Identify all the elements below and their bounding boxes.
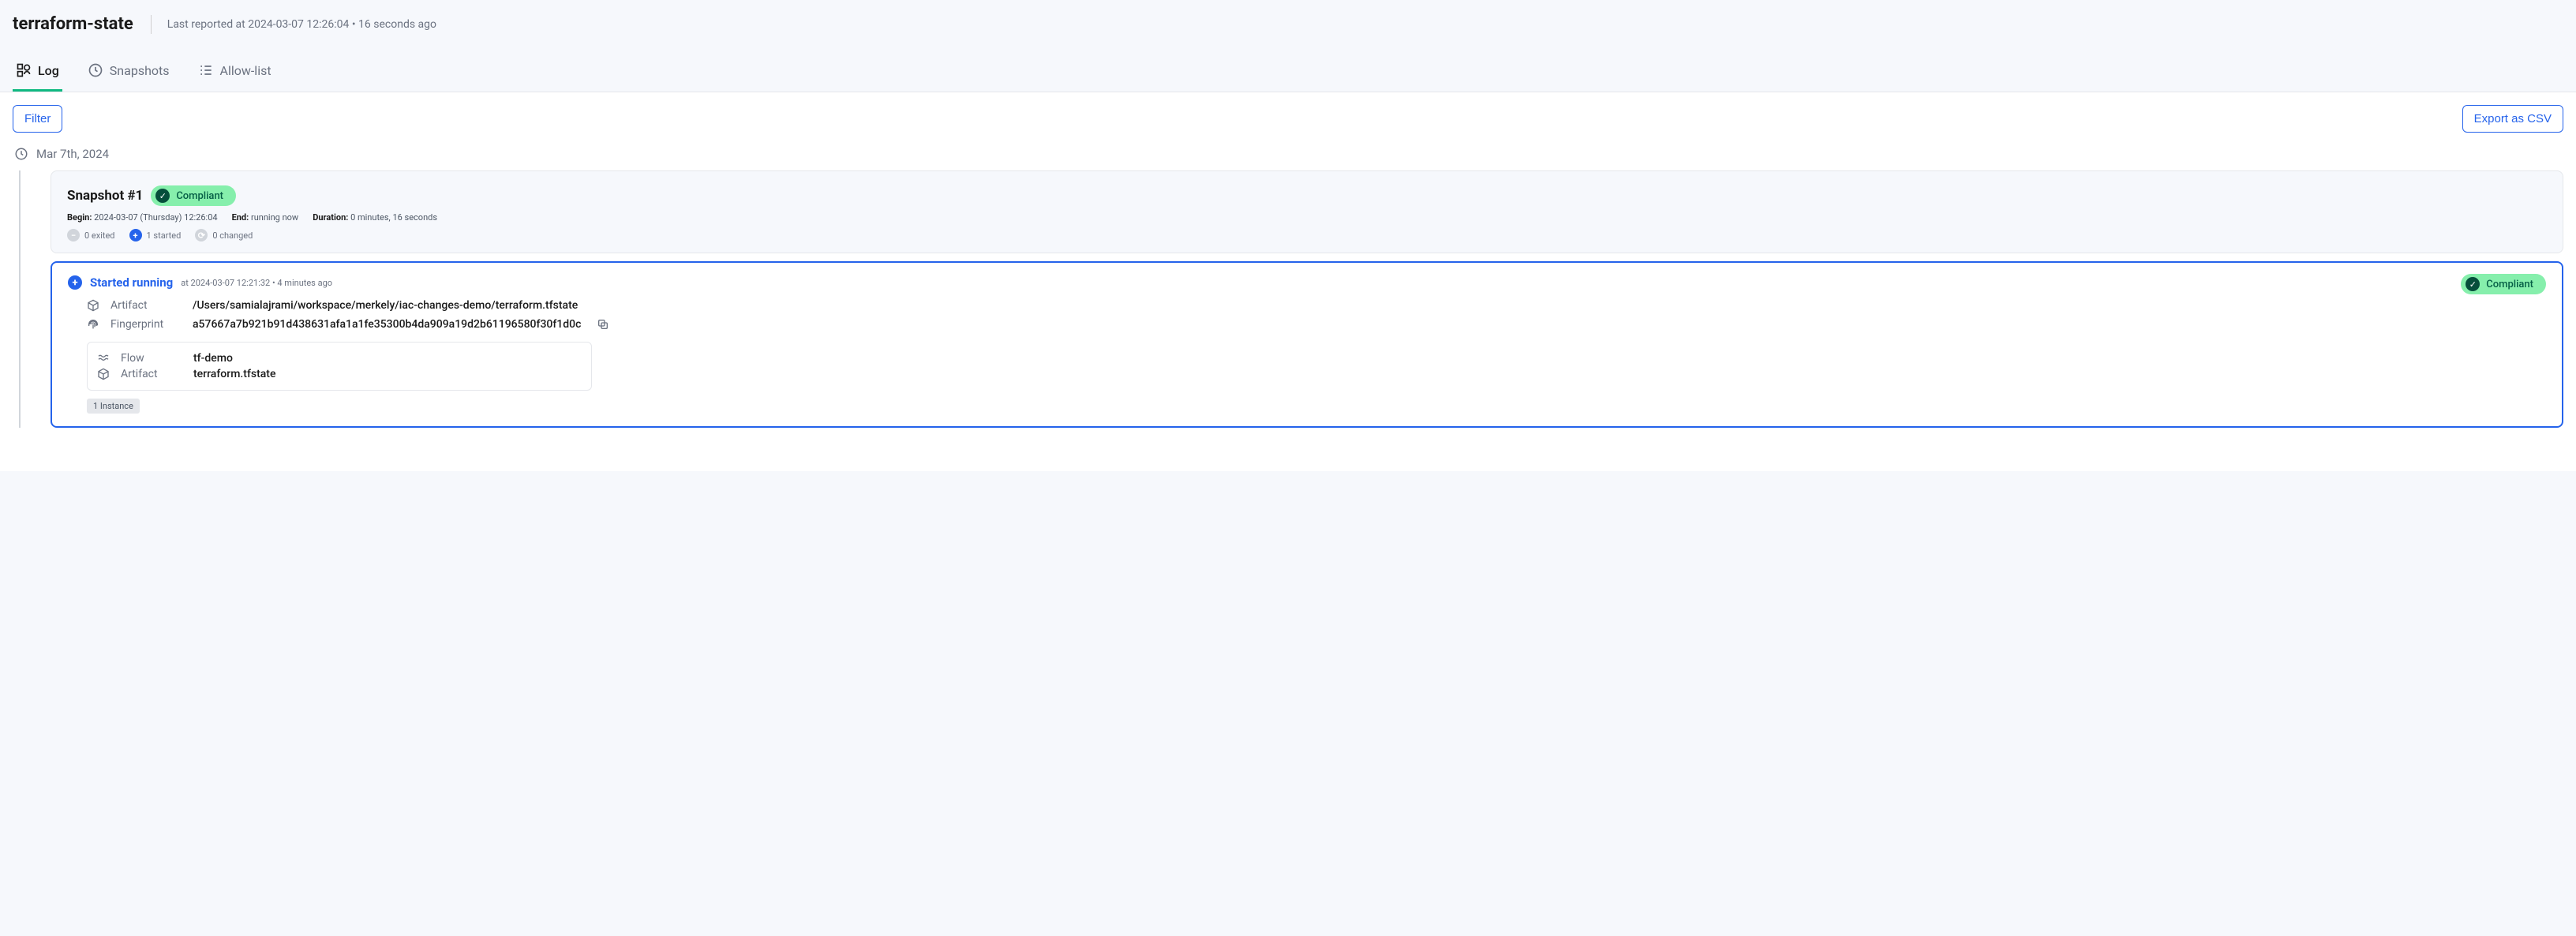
cube-icon (87, 299, 99, 312)
artifact-value: /Users/samialajrami/workspace/merkely/ia… (193, 299, 578, 312)
export-csv-button[interactable]: Export as CSV (2462, 105, 2563, 133)
duration-label: Duration: (313, 212, 348, 223)
log-icon (16, 62, 32, 78)
badge-label: Compliant (2486, 279, 2533, 290)
begin-value: 2024-03-07 (Thursday) 12:26:04 (94, 212, 217, 223)
exited-count: −0 exited (67, 229, 115, 241)
date-label: Mar 7th, 2024 (36, 147, 109, 161)
snapshot-meta: Begin: 2024-03-07 (Thursday) 12:26:04 En… (67, 212, 2547, 223)
artifact2-value: terraform.tfstate (193, 368, 275, 380)
filter-button[interactable]: Filter (13, 105, 62, 133)
compliant-badge: ✓ Compliant (2461, 274, 2546, 294)
event-card: + Started running at 2024-03-07 12:21:32… (51, 261, 2563, 428)
artifact-label: Artifact (110, 299, 182, 312)
content-area: Filter Export as CSV Mar 7th, 2024 Snaps… (0, 92, 2576, 471)
event-details: Artifact /Users/samialajrami/workspace/m… (87, 296, 2546, 334)
fingerprint-value: a57667a7b921b91d438631afa1a1fe35300b4da9… (193, 318, 581, 331)
tab-bar: Log Snapshots Allow-list (0, 54, 2576, 92)
begin-label: Begin: (67, 212, 92, 223)
snapshot-title: Snapshot #1 (67, 188, 143, 204)
tab-allowlist[interactable]: Allow-list (195, 54, 275, 92)
date-heading: Mar 7th, 2024 (13, 147, 2563, 161)
minus-icon: − (67, 229, 80, 241)
check-icon: ✓ (2466, 277, 2480, 291)
changed-count: ⟳0 changed (195, 229, 253, 241)
timeline-line (19, 170, 21, 428)
waves-icon (97, 352, 110, 365)
artifact2-row: Artifact terraform.tfstate (97, 366, 582, 382)
timeline: Snapshot #1 ✓ Compliant Begin: 2024-03-0… (13, 170, 2563, 428)
fingerprint-label: Fingerprint (110, 318, 182, 331)
copy-icon[interactable] (597, 318, 609, 331)
started-count: +1 started (129, 229, 182, 241)
tab-log[interactable]: Log (13, 54, 62, 92)
tab-allowlist-label: Allow-list (220, 63, 271, 78)
header-divider (151, 15, 152, 34)
compliant-badge: ✓ Compliant (151, 185, 236, 206)
snapshot-head: Snapshot #1 ✓ Compliant (67, 185, 2547, 206)
duration-value: 0 minutes, 16 seconds (350, 212, 437, 223)
plus-icon: + (129, 229, 142, 241)
badge-label: Compliant (176, 190, 223, 202)
tab-snapshots-label: Snapshots (110, 63, 170, 78)
instance-tag: 1 Instance (87, 399, 140, 414)
check-icon: ✓ (155, 189, 170, 203)
plus-icon: + (68, 275, 82, 290)
actions-row: Filter Export as CSV (13, 105, 2563, 133)
flow-value: tf-demo (193, 352, 233, 365)
flow-row: Flow tf-demo (97, 350, 582, 366)
event-timestamp: at 2024-03-07 12:21:32 • 4 minutes ago (181, 278, 332, 288)
snapshot-card: Snapshot #1 ✓ Compliant Begin: 2024-03-0… (51, 170, 2563, 253)
snapshot-counts: −0 exited +1 started ⟳0 changed (67, 229, 2547, 241)
event-head: + Started running at 2024-03-07 12:21:32… (68, 275, 2546, 290)
page-header: terraform-state Last reported at 2024-03… (0, 0, 2576, 40)
list-icon (198, 62, 214, 78)
cube-icon (97, 368, 110, 380)
clock-icon (14, 147, 28, 161)
refresh-icon: ⟳ (195, 229, 208, 241)
clock-icon (88, 62, 103, 78)
fingerprint-row: Fingerprint a57667a7b921b91d438631afa1a1… (87, 315, 2546, 334)
page-title: terraform-state (13, 14, 151, 34)
flow-label: Flow (121, 352, 182, 365)
artifact2-label: Artifact (121, 368, 182, 380)
fingerprint-icon (87, 318, 99, 331)
end-label: End: (232, 212, 249, 223)
event-title[interactable]: Started running (90, 275, 173, 290)
end-value: running now (251, 212, 298, 223)
artifact-row: Artifact /Users/samialajrami/workspace/m… (87, 296, 2546, 315)
tab-log-label: Log (38, 63, 59, 78)
tab-snapshots[interactable]: Snapshots (84, 54, 173, 92)
last-reported-text: Last reported at 2024-03-07 12:26:04 • 1… (167, 18, 436, 31)
flow-artifact-box: Flow tf-demo Artifact terraform.tfstate (87, 342, 592, 391)
